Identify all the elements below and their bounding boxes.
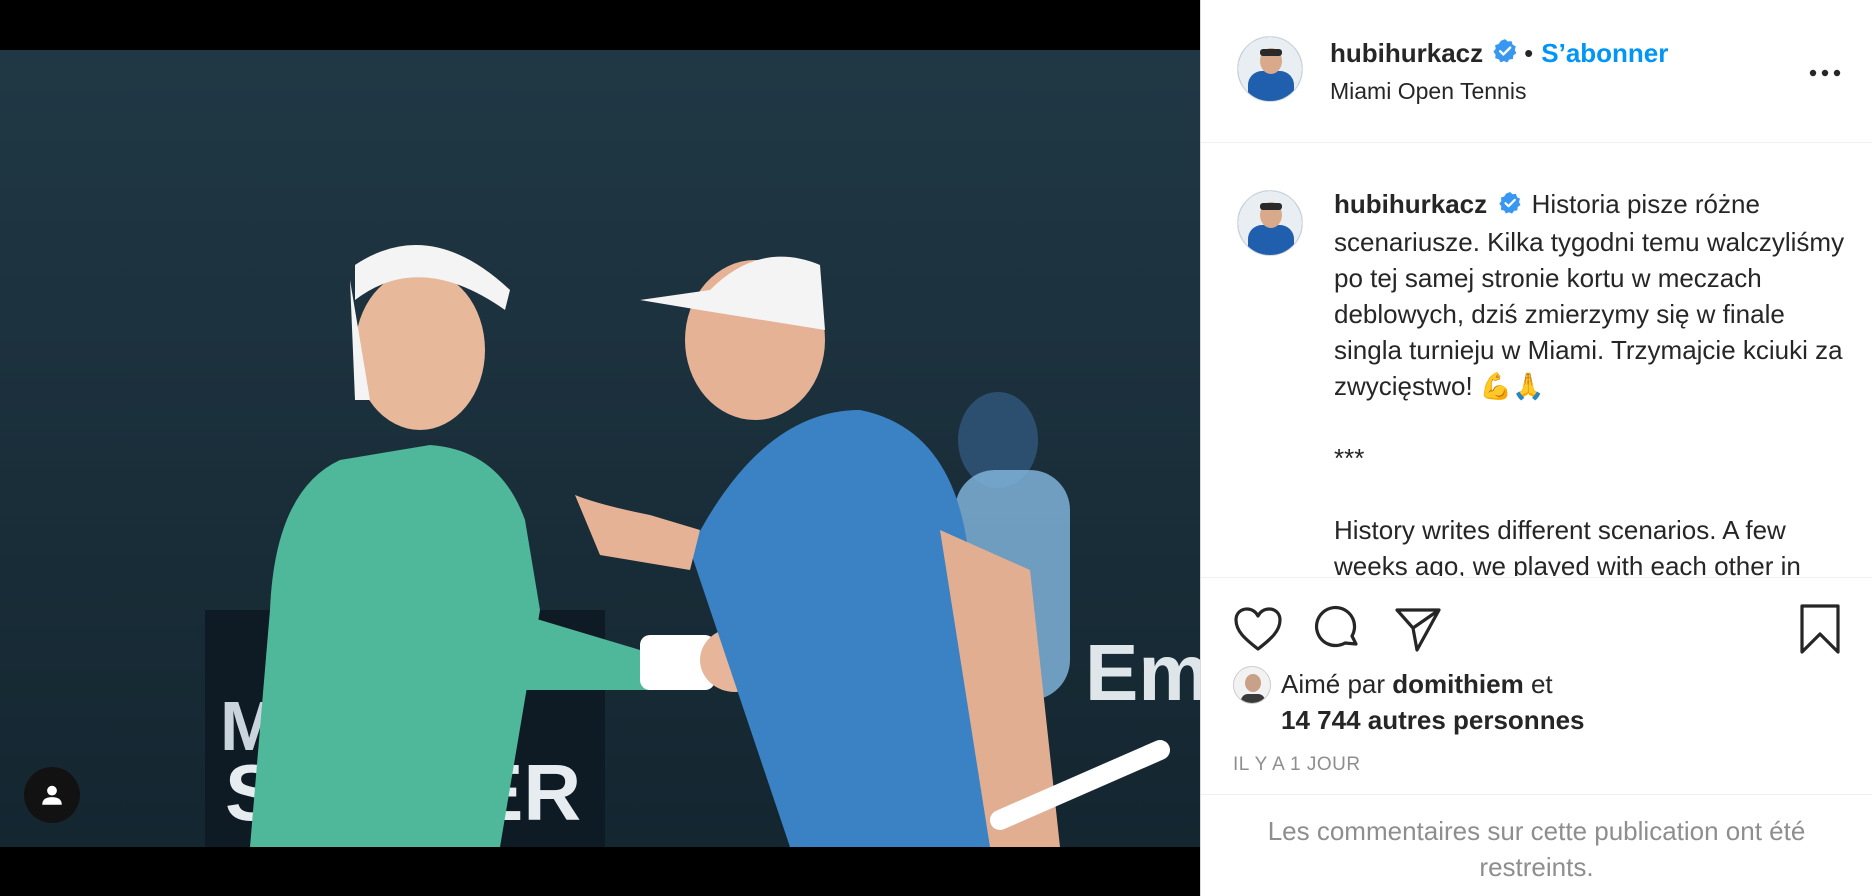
- post-location[interactable]: Miami Open Tennis: [1330, 78, 1526, 105]
- caption-text-english: History writes different scenarios. A fe…: [1334, 515, 1801, 576]
- follow-button[interactable]: S’abonner: [1541, 38, 1668, 69]
- comments-restricted-notice: Les commentaires sur cette publication o…: [1201, 794, 1872, 896]
- caption-username[interactable]: hubihurkacz: [1334, 189, 1487, 219]
- post-header: hubihurkacz • S’abonner Miami Open Tenni…: [1201, 0, 1872, 143]
- post-actions: Aimé par domithiem et 14 744 autres pers…: [1201, 577, 1872, 794]
- board-letters-4: Em: [1085, 628, 1200, 717]
- share-button[interactable]: [1389, 600, 1447, 658]
- author-avatar[interactable]: [1237, 36, 1303, 102]
- user-tag-icon: [42, 785, 62, 805]
- caption-author-avatar[interactable]: [1237, 190, 1303, 256]
- verified-badge-icon: [1492, 38, 1518, 69]
- liker-avatar[interactable]: [1233, 666, 1271, 704]
- likes-summary: Aimé par domithiem et 14 744 autres pers…: [1233, 666, 1853, 738]
- more-options-icon: [1809, 69, 1841, 77]
- heart-icon: [1234, 607, 1282, 651]
- liker-username[interactable]: domithiem: [1392, 669, 1523, 699]
- post-photo[interactable]: MI S ER Em: [0, 50, 1200, 847]
- likes-count-link[interactable]: 14 744 autres personnes: [1281, 702, 1853, 738]
- likes-prefix: Aimé par: [1281, 669, 1386, 699]
- caption-scroll-area[interactable]: hubihurkacz Historia pisze różne scenari…: [1201, 144, 1872, 576]
- header-separator: •: [1524, 37, 1534, 68]
- caption-separator: ***: [1334, 443, 1365, 474]
- post-timestamp[interactable]: IL Y A 1 JOUR: [1233, 754, 1361, 776]
- player-green-face: [355, 270, 485, 430]
- more-options-button[interactable]: [1805, 58, 1845, 88]
- post-details-panel: hubihurkacz • S’abonner Miami Open Tenni…: [1200, 0, 1872, 896]
- caption-text-polish: Historia pisze różne scenariusze. Kilka …: [1334, 189, 1845, 402]
- comment-button[interactable]: [1309, 600, 1367, 658]
- header-title-row: hubihurkacz • S’abonner: [1330, 36, 1668, 70]
- post-media: MI S ER Em: [0, 0, 1200, 896]
- bookmark-icon: [1800, 604, 1840, 654]
- like-button[interactable]: [1229, 600, 1287, 658]
- user-tag-button[interactable]: [24, 767, 80, 823]
- save-button[interactable]: [1791, 600, 1849, 658]
- verified-badge-icon: [1498, 188, 1522, 224]
- likes-conjunction: et: [1530, 669, 1553, 699]
- paper-plane-icon: [1395, 608, 1441, 652]
- post-caption: hubihurkacz Historia pisze różne scenari…: [1334, 186, 1854, 576]
- comment-icon: [1314, 605, 1358, 648]
- author-username[interactable]: hubihurkacz: [1330, 38, 1483, 69]
- tennis-players-photo: MI S ER Em: [0, 50, 1200, 847]
